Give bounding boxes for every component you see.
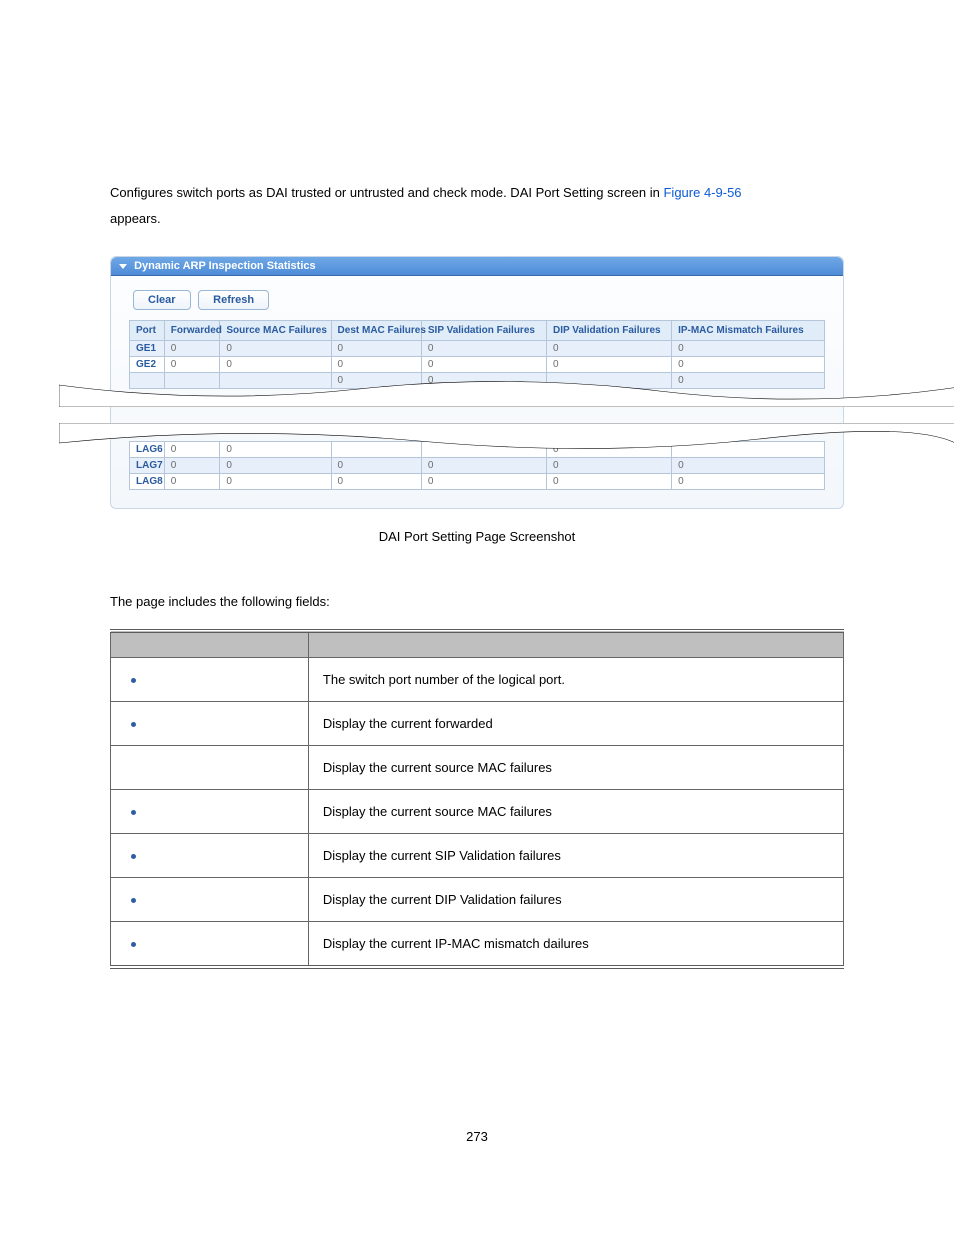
bullet-icon xyxy=(131,722,136,727)
value-cell: 0 xyxy=(421,474,546,490)
field-row: Display the current IP-MAC mismatch dail… xyxy=(111,921,844,967)
panel-title: Dynamic ARP Inspection Statistics xyxy=(134,260,316,272)
field-label-cell xyxy=(111,657,309,701)
field-desc: Display the current forwarded xyxy=(308,701,843,745)
value-cell: 0 xyxy=(331,341,421,357)
table-row: LAG8000000 xyxy=(130,474,825,490)
value-cell: 0 xyxy=(220,474,331,490)
value-cell: 0 xyxy=(331,458,421,474)
value-cell: 0 xyxy=(331,357,421,373)
figure-link[interactable]: Figure 4-9-56 xyxy=(663,185,741,200)
th-src: Source MAC Failures xyxy=(220,321,331,341)
value-cell: 0 xyxy=(220,341,331,357)
fields-table: The switch port number of the logical po… xyxy=(110,629,844,969)
value-cell: 0 xyxy=(220,458,331,474)
chevron-down-icon xyxy=(119,264,127,269)
intro-text: Configures switch ports as DAI trusted o… xyxy=(110,180,844,232)
value-cell: 0 xyxy=(164,341,220,357)
stats-panel: Dynamic ARP Inspection Statistics Clear … xyxy=(110,256,844,509)
th-port: Port xyxy=(130,321,165,341)
value-cell: 0 xyxy=(546,357,671,373)
port-cell: GE1 xyxy=(130,341,165,357)
value-cell: 0 xyxy=(421,357,546,373)
fields-intro: The page includes the following fields: xyxy=(110,594,844,609)
value-cell: 0 xyxy=(546,341,671,357)
value-cell: 0 xyxy=(164,458,220,474)
value-cell: 0 xyxy=(421,341,546,357)
value-cell: 0 xyxy=(672,357,825,373)
page-tear xyxy=(59,389,895,441)
bullet-icon xyxy=(131,854,136,859)
bullet-icon xyxy=(131,810,136,815)
value-cell: 0 xyxy=(164,474,220,490)
field-row: Display the current forwarded xyxy=(111,701,844,745)
refresh-button[interactable]: Refresh xyxy=(198,290,269,310)
th-dst: Dest MAC Failures xyxy=(331,321,421,341)
panel-header[interactable]: Dynamic ARP Inspection Statistics xyxy=(111,257,843,276)
field-label-cell xyxy=(111,745,309,789)
clear-button[interactable]: Clear xyxy=(133,290,191,310)
bullet-icon xyxy=(131,678,136,683)
port-cell: LAG8 xyxy=(130,474,165,490)
port-cell: GE2 xyxy=(130,357,165,373)
field-desc: Display the current SIP Validation failu… xyxy=(308,833,843,877)
page-number: 273 xyxy=(110,1129,844,1144)
th-dip: DIP Validation Failures xyxy=(546,321,671,341)
table-row: GE2000000 xyxy=(130,357,825,373)
th-sip: SIP Validation Failures xyxy=(421,321,546,341)
field-label-cell xyxy=(111,701,309,745)
field-label-cell xyxy=(111,789,309,833)
field-row: The switch port number of the logical po… xyxy=(111,657,844,701)
field-row: Display the current SIP Validation failu… xyxy=(111,833,844,877)
value-cell: 0 xyxy=(421,458,546,474)
field-label-cell xyxy=(111,833,309,877)
field-desc: Display the current IP-MAC mismatch dail… xyxy=(308,921,843,967)
th-forwarded: Forwarded xyxy=(164,321,220,341)
field-desc: Display the current source MAC failures xyxy=(308,789,843,833)
value-cell: 0 xyxy=(546,474,671,490)
value-cell: 0 xyxy=(672,458,825,474)
fields-header-row xyxy=(111,631,844,657)
field-label-cell xyxy=(111,921,309,967)
field-desc: The switch port number of the logical po… xyxy=(308,657,843,701)
value-cell: 0 xyxy=(672,341,825,357)
field-row: Display the current DIP Validation failu… xyxy=(111,877,844,921)
field-desc: Display the current DIP Validation failu… xyxy=(308,877,843,921)
field-label-cell xyxy=(111,877,309,921)
intro-line2: appears. xyxy=(110,211,161,226)
field-desc: Display the current source MAC failures xyxy=(308,745,843,789)
th-ipmac: IP-MAC Mismatch Failures xyxy=(672,321,825,341)
screenshot-caption: DAI Port Setting Page Screenshot xyxy=(110,529,844,544)
field-row: Display the current source MAC failures xyxy=(111,789,844,833)
field-row: Display the current source MAC failures xyxy=(111,745,844,789)
value-cell: 0 xyxy=(672,474,825,490)
bullet-icon xyxy=(131,942,136,947)
table-row: LAG7000000 xyxy=(130,458,825,474)
stats-table: Port Forwarded Source MAC Failures Dest … xyxy=(129,320,825,389)
value-cell: 0 xyxy=(220,357,331,373)
table-row: GE1000000 xyxy=(130,341,825,357)
value-cell: 0 xyxy=(331,474,421,490)
intro-prefix: Configures switch ports as DAI trusted o… xyxy=(110,185,663,200)
value-cell: 0 xyxy=(546,458,671,474)
bullet-icon xyxy=(131,898,136,903)
port-cell: LAG7 xyxy=(130,458,165,474)
value-cell: 0 xyxy=(164,357,220,373)
